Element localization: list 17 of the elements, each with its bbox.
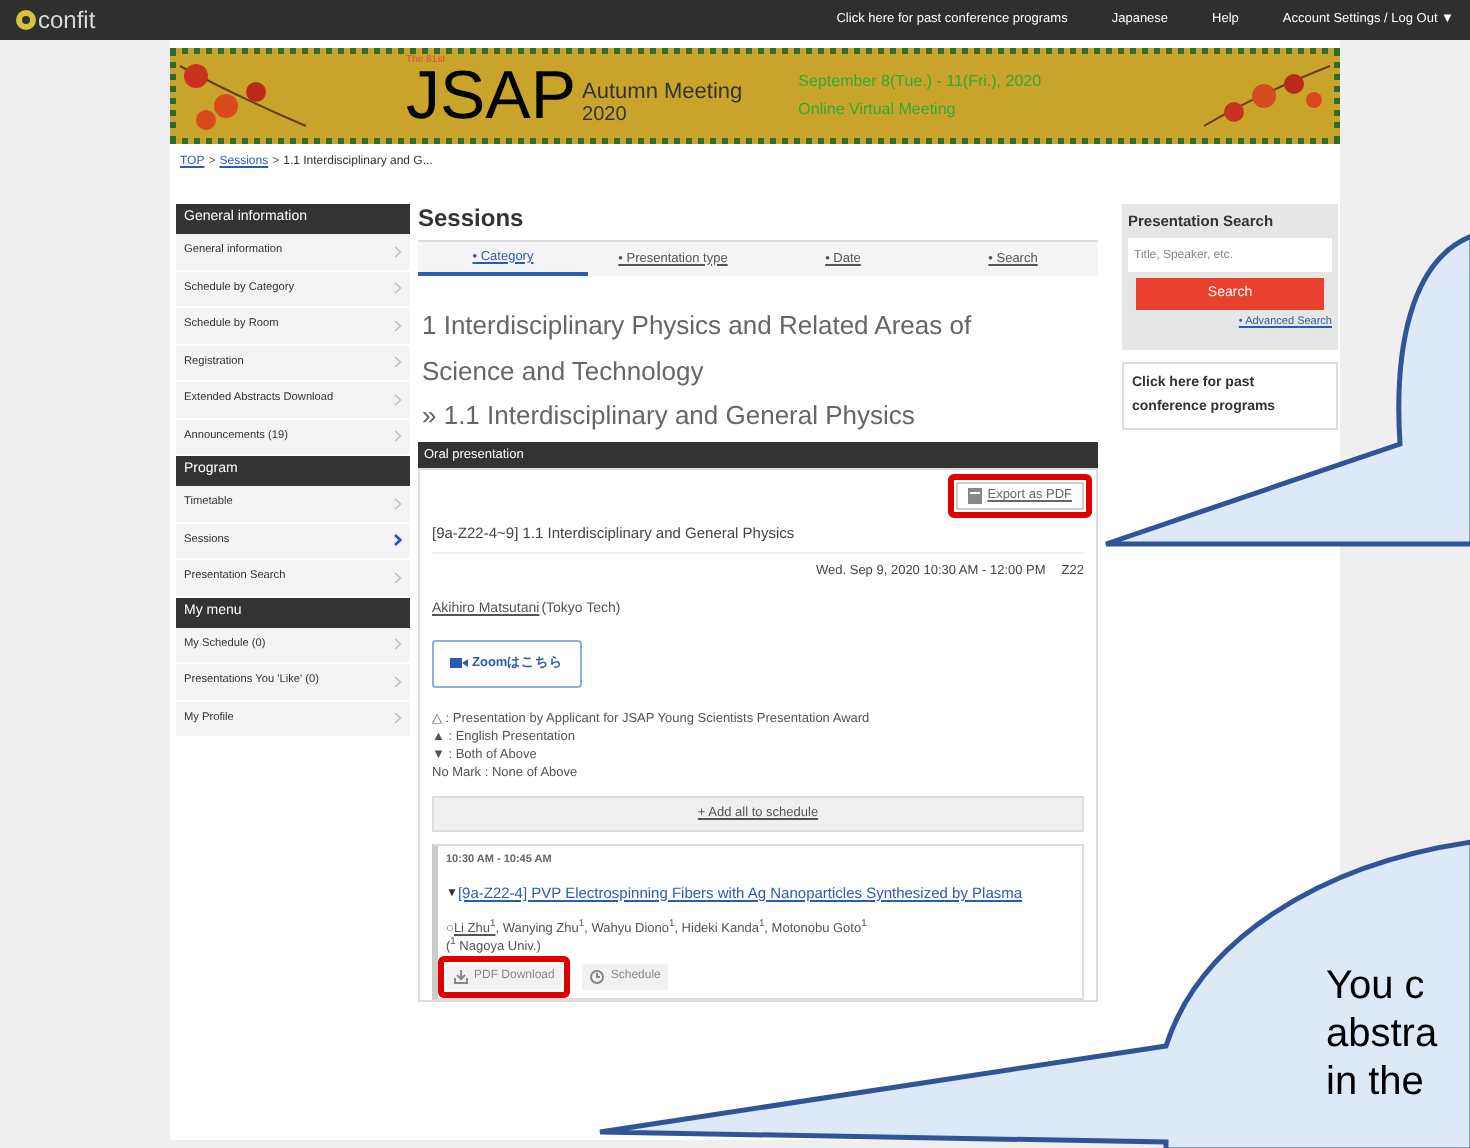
year-text: 2020 bbox=[582, 104, 629, 126]
page-title: Sessions bbox=[418, 204, 526, 232]
document-icon bbox=[967, 488, 982, 504]
venue-text: Online Virtual Meeting bbox=[798, 98, 958, 122]
callout-text: abstra bbox=[1326, 1010, 1438, 1058]
event-text: Autumn Meeting bbox=[582, 80, 743, 104]
video-camera-icon bbox=[450, 658, 468, 668]
download-icon bbox=[454, 969, 468, 984]
clock-icon bbox=[590, 969, 605, 984]
callout-text: You c bbox=[1326, 962, 1427, 1010]
acronym-text: JSAP bbox=[406, 62, 577, 130]
category-heading: 1 Interdisciplinary Physics and Related Areas of Science and Technology bbox=[420, 308, 974, 390]
dates-text: September 8(Tue.) - 11(Fri.), 2020 bbox=[798, 70, 1042, 94]
subcategory-heading: » 1.1 Interdisciplinary and General Physics bbox=[420, 398, 917, 434]
logo-text: confit bbox=[38, 4, 96, 38]
logo-icon bbox=[16, 10, 36, 30]
callout-text: in the bbox=[1326, 1058, 1426, 1106]
